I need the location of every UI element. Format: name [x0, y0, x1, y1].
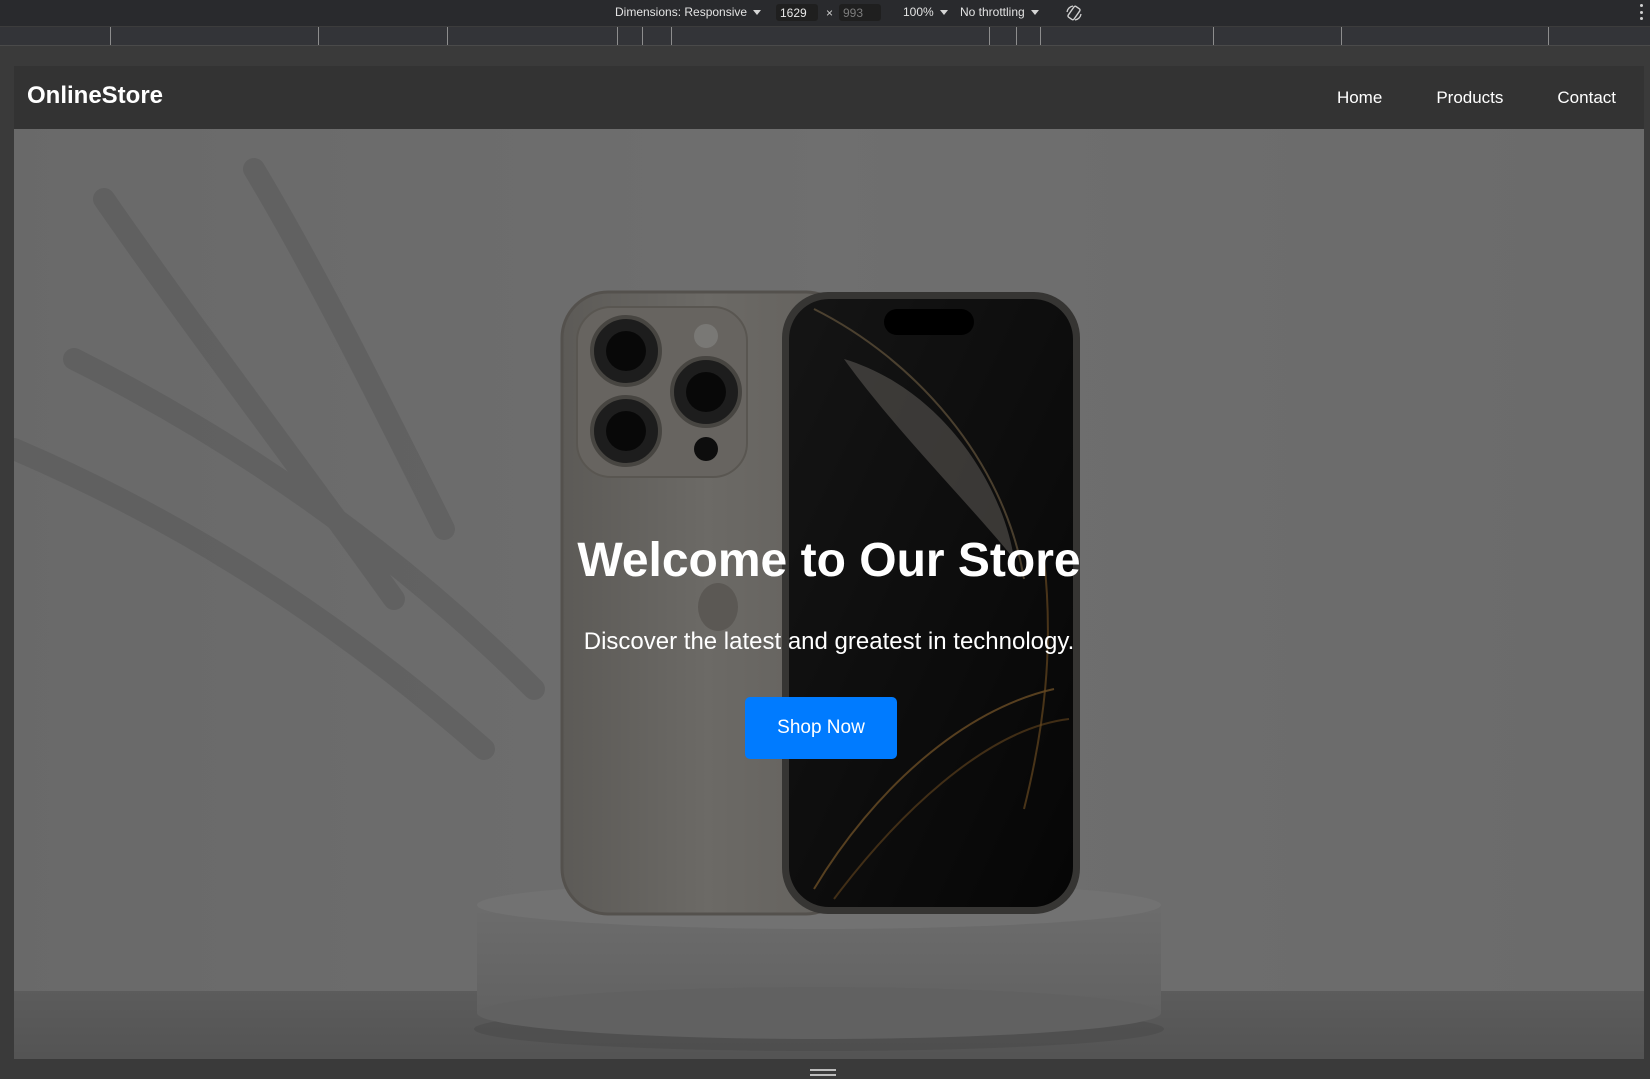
zoom-dropdown[interactable]: 100%	[903, 5, 948, 19]
resize-handle-icon[interactable]	[810, 1069, 836, 1076]
nav-link-home[interactable]: Home	[1310, 66, 1409, 129]
throttling-dropdown[interactable]: No throttling	[960, 5, 1039, 19]
dimension-separator: ×	[826, 6, 834, 20]
dropdown-caret-icon	[753, 9, 762, 15]
dropdown-caret-icon	[939, 9, 948, 15]
nav-link-contact[interactable]: Contact	[1530, 66, 1644, 129]
devtools-device-toolbar: Dimensions: Responsive × 100% No throttl…	[0, 0, 1650, 27]
hero-subtitle: Discover the latest and greatest in tech…	[583, 628, 1075, 655]
more-options-icon[interactable]	[1639, 4, 1643, 20]
site-navbar: OnlineStore Home Products Contact	[14, 66, 1644, 129]
throttling-label: No throttling	[960, 5, 1025, 19]
hero-title: Welcome to Our Store	[577, 534, 1081, 587]
zoom-label: 100%	[903, 5, 934, 19]
dimensions-label: Dimensions: Responsive	[615, 5, 748, 19]
hero-section: Welcome to Our Store Discover the latest…	[14, 129, 1644, 1059]
nav-link-products[interactable]: Products	[1409, 66, 1530, 129]
nav-links: Home Products Contact	[1310, 66, 1644, 129]
height-input[interactable]	[839, 4, 881, 21]
page-viewport: OnlineStore Home Products Contact Welcom…	[14, 66, 1644, 1059]
dimensions-dropdown[interactable]: Dimensions: Responsive	[615, 5, 762, 19]
width-input[interactable]	[776, 4, 818, 21]
breakpoint-ruler[interactable]	[0, 27, 1650, 46]
site-logo[interactable]: OnlineStore	[27, 82, 163, 110]
rotate-device-icon[interactable]	[1064, 3, 1084, 23]
hero-content: Welcome to Our Store Discover the latest…	[14, 129, 1644, 1059]
shop-now-button[interactable]: Shop Now	[745, 697, 897, 759]
dropdown-caret-icon	[1030, 9, 1039, 15]
